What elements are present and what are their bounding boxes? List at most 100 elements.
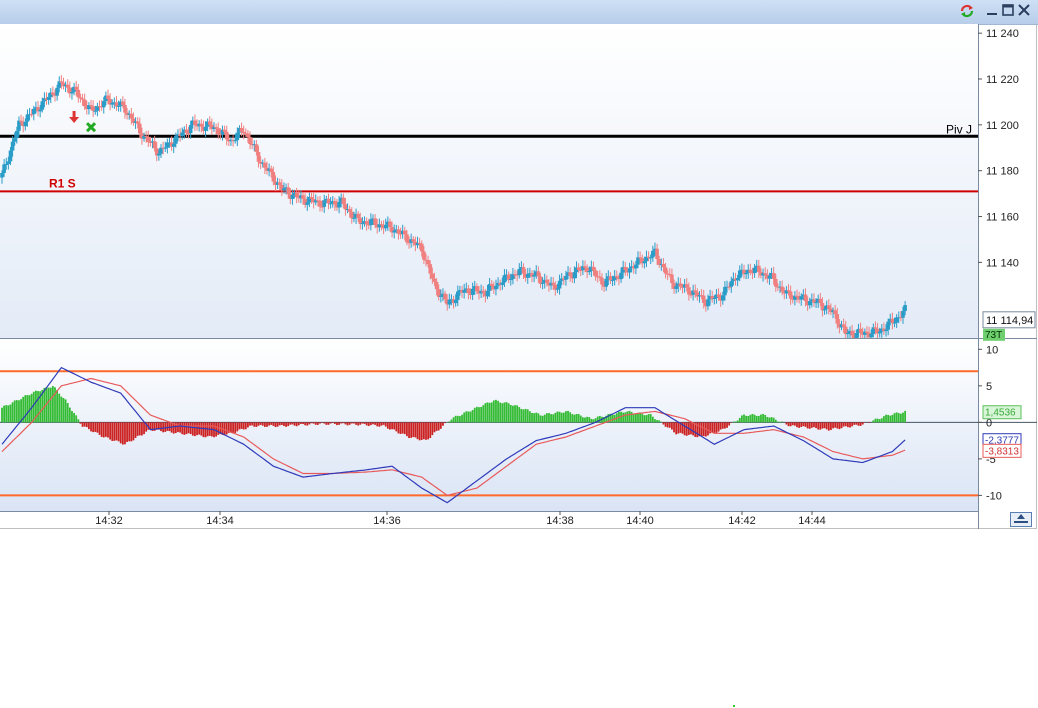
macd-histogram-bar: [770, 417, 773, 423]
macd-histogram-bar: [626, 411, 629, 423]
macd-histogram-bar: [11, 402, 14, 423]
macd-histogram-bar: [806, 422, 809, 429]
minimize-icon[interactable]: [984, 3, 1000, 19]
macd-histogram-bar: [9, 404, 12, 423]
macd-histogram-bar: [662, 422, 665, 425]
candle-body: [246, 133, 250, 138]
macd-histogram-bar: [834, 422, 837, 428]
candle-body: [818, 298, 823, 303]
macd-histogram-bar: [79, 422, 82, 424]
candle-body: [494, 285, 498, 290]
candle-body: [803, 294, 808, 302]
candle-body: [443, 293, 447, 300]
macd-histogram-bar: [762, 413, 764, 423]
macd-histogram-bar: [522, 409, 525, 423]
price-axis: 11 240 11 220 11 200 11 180 11 160 11 140 11 1…: [978, 28, 1036, 341]
candle-body: [723, 286, 727, 296]
macd-histogram-bar: [505, 402, 508, 423]
macd-histogram-bar: [611, 414, 614, 423]
macd-histogram-bar: [314, 422, 317, 425]
macd-histogram-bar: [579, 415, 582, 423]
macd-histogram-bar: [471, 410, 474, 423]
panel-toggle-button[interactable]: [1010, 512, 1032, 527]
macd-histogram-bar: [196, 422, 198, 436]
candle-body: [40, 101, 45, 110]
candle-body: [214, 127, 218, 129]
candle-body: [557, 280, 562, 289]
value-label-histogram: 1,4536: [985, 408, 1016, 419]
macd-histogram-bar: [808, 422, 811, 429]
macd-histogram-bar: [757, 415, 760, 423]
candle-body: [216, 128, 221, 135]
candle-body: [426, 260, 430, 265]
macd-histogram-bar: [692, 422, 695, 436]
macd-histogram-bar: [280, 422, 283, 425]
macd-histogram-bar: [753, 414, 756, 423]
macd-histogram-bar: [798, 422, 801, 428]
macd-histogram-bar: [766, 416, 769, 423]
candle-body: [93, 110, 98, 112]
macd-histogram-bar: [113, 422, 116, 441]
candle-body: [456, 291, 460, 300]
macd-histogram-bar: [333, 422, 336, 424]
macd-histogram-bar: [395, 422, 398, 432]
macd-histogram-bar: [427, 422, 430, 440]
macd-histogram-bar: [902, 412, 904, 423]
macd-histogram-bar: [448, 421, 451, 423]
macd-histogram-bar: [20, 399, 22, 423]
macd-histogram-bar: [484, 403, 487, 423]
macd-histogram-bar: [740, 415, 743, 423]
candle-body: [884, 329, 888, 332]
macd-histogram-bar: [408, 422, 410, 439]
macd-histogram-bar: [893, 413, 896, 423]
time-axis: 14:32 14:34 14:36 14:38 14:40 14:42 14:44: [95, 511, 826, 527]
macd-histogram-bar: [217, 422, 220, 435]
macd-histogram-bar: [755, 415, 758, 423]
candle-body: [663, 267, 668, 274]
refresh-icon[interactable]: [959, 3, 975, 19]
macd-histogram-bar: [431, 422, 434, 436]
macd-histogram-bar: [242, 422, 245, 430]
macd-histogram-bar: [719, 422, 722, 430]
macd-histogram-bar: [590, 418, 593, 423]
macd-histogram-bar: [312, 422, 315, 424]
candle-body: [32, 108, 36, 115]
candle-body: [890, 318, 895, 324]
time-tick-label: 14:34: [206, 515, 234, 527]
candle-body: [729, 281, 734, 287]
candle-body: [82, 99, 87, 107]
candle-body: [239, 128, 244, 132]
candle-body: [587, 271, 592, 273]
macd-histogram-bar: [777, 421, 779, 423]
macd-histogram-bar: [781, 421, 784, 423]
candle-body: [203, 126, 208, 131]
candle-body: [583, 266, 587, 268]
macd-histogram-bar: [386, 422, 389, 429]
macd-histogram-bar: [300, 422, 302, 424]
maximize-icon[interactable]: [1000, 3, 1016, 19]
candle-body: [174, 135, 178, 144]
candle-body: [843, 326, 848, 335]
candle-body: [184, 129, 189, 134]
close-icon[interactable]: [1016, 3, 1032, 19]
macd-axis: 1050-5-101,4536-2,3777-3,8313: [978, 344, 1022, 502]
macd-histogram-bar: [802, 422, 805, 427]
macd-histogram-bar: [437, 422, 440, 431]
macd-histogram-bar: [851, 422, 854, 427]
candle-body: [434, 281, 439, 290]
candle-body: [623, 266, 628, 271]
macd-histogram-bar: [707, 422, 709, 436]
candle-body: [309, 197, 314, 200]
macd-histogram-bar: [641, 413, 644, 423]
macd-histogram-bar: [904, 410, 907, 423]
macd-histogram-bar: [624, 412, 627, 423]
candle-body: [379, 224, 384, 226]
candle-body: [678, 283, 683, 287]
candle-body: [481, 290, 486, 293]
macd-histogram-bar: [584, 417, 586, 423]
macd-histogram-bar: [666, 422, 669, 428]
candle-body: [555, 288, 560, 290]
candle-body: [271, 171, 276, 182]
candle-body: [727, 286, 731, 288]
macd-histogram-bar: [49, 387, 52, 423]
